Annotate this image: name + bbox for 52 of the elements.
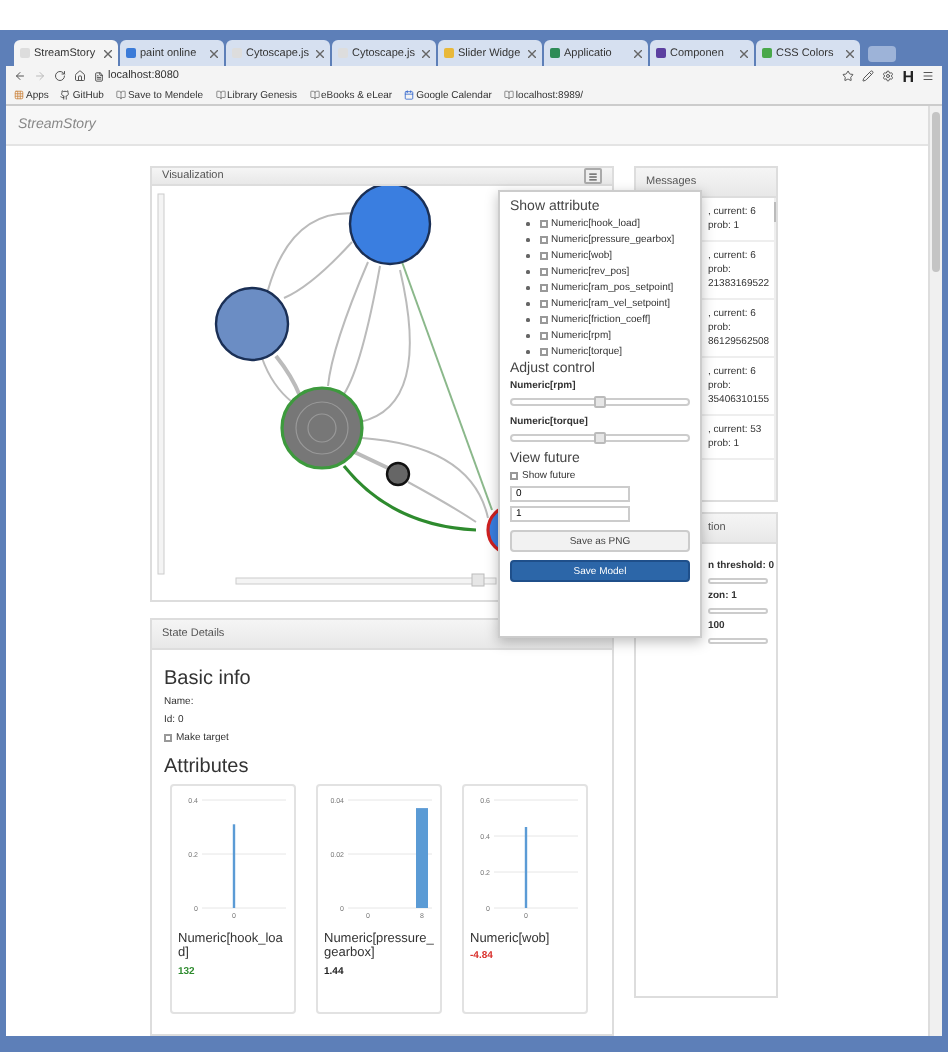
calendar-icon: [404, 90, 415, 100]
close-icon[interactable]: [528, 49, 536, 57]
github-icon: [60, 90, 71, 100]
checkbox[interactable]: [539, 268, 547, 276]
bar: [416, 808, 428, 908]
settings-icon[interactable]: [882, 70, 895, 82]
page-scrollbar[interactable]: [928, 106, 942, 1036]
close-icon[interactable]: [634, 49, 642, 57]
close-icon[interactable]: [316, 49, 324, 57]
checkbox[interactable]: [539, 316, 547, 324]
checkbox[interactable]: [539, 348, 547, 356]
close-icon[interactable]: [422, 49, 430, 57]
slider-thumb[interactable]: [594, 396, 606, 408]
graph-node[interactable]: [280, 386, 364, 470]
extension-button[interactable]: H: [902, 67, 914, 85]
graph-edge: [261, 357, 293, 403]
back-icon[interactable]: [14, 70, 26, 82]
slider-track[interactable]: [708, 638, 768, 644]
options-button[interactable]: [584, 168, 602, 184]
book-icon: [215, 90, 225, 100]
home-icon[interactable]: [74, 70, 86, 82]
reload-icon[interactable]: [54, 70, 66, 82]
slider-track[interactable]: [708, 608, 768, 614]
graph-node[interactable]: [385, 461, 411, 487]
slider-handle[interactable]: [471, 573, 485, 587]
slider-thumb[interactable]: [594, 432, 606, 444]
book-icon: [115, 90, 126, 100]
checkbox[interactable]: [539, 300, 547, 308]
checkbox[interactable]: [539, 236, 547, 244]
close-icon[interactable]: [210, 49, 218, 57]
checkbox[interactable]: [539, 332, 547, 340]
star-icon[interactable]: [842, 70, 855, 82]
book-icon: [503, 90, 514, 100]
close-icon[interactable]: [846, 49, 854, 57]
checkbox[interactable]: [164, 734, 172, 742]
book-icon: [309, 90, 320, 100]
section-heading: Attributes: [164, 756, 251, 778]
grid-icon: [14, 90, 24, 100]
close-icon[interactable]: [740, 49, 748, 57]
graph-node[interactable]: [214, 286, 290, 362]
menu-icon[interactable]: [922, 70, 934, 82]
section-heading: Basic info: [164, 668, 253, 690]
checkbox[interactable]: [539, 284, 547, 292]
slider-track[interactable]: [708, 578, 768, 584]
checkbox[interactable]: [539, 220, 547, 228]
close-icon[interactable]: [104, 49, 112, 57]
checkbox[interactable]: [510, 472, 518, 480]
graph-edge: [274, 354, 302, 397]
checkbox[interactable]: [539, 252, 547, 260]
pencil-icon[interactable]: [862, 70, 875, 82]
scrollbar[interactable]: [773, 198, 776, 500]
graph-node[interactable]: [348, 186, 432, 266]
